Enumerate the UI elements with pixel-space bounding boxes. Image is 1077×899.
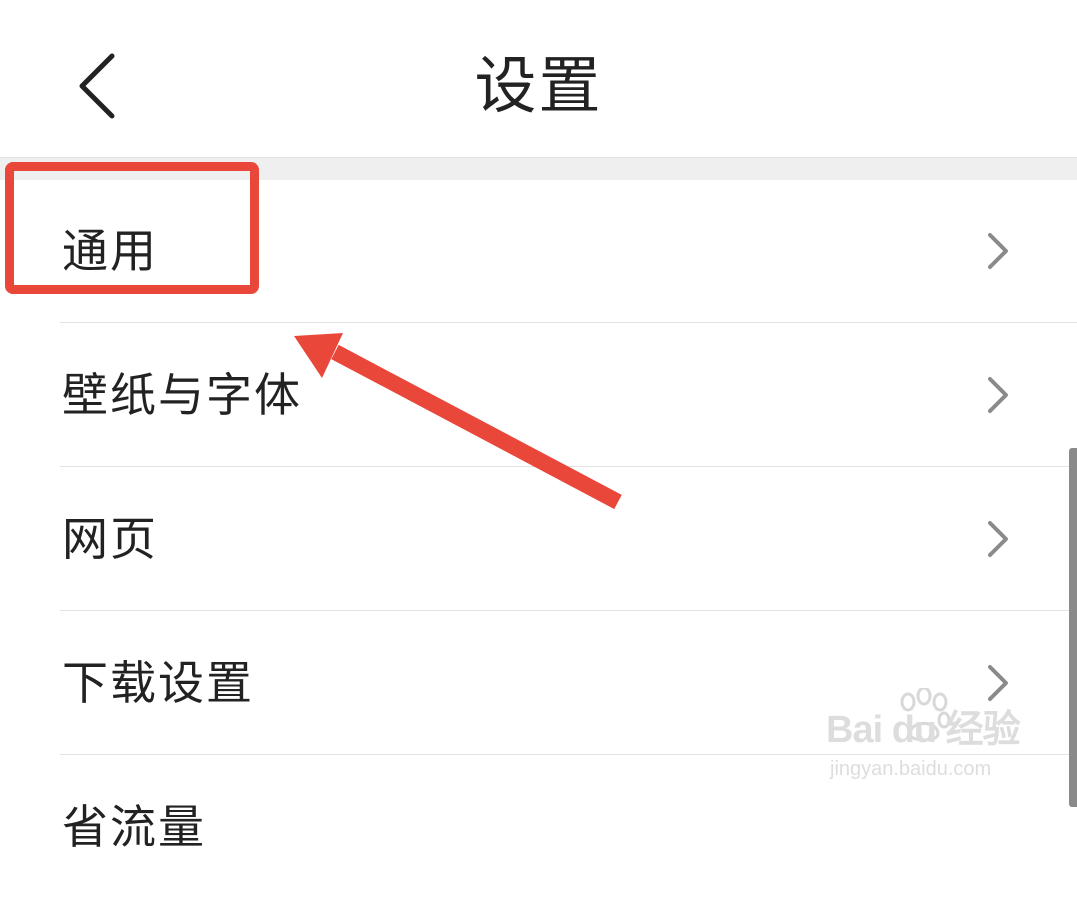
watermark-url: jingyan.baidu.com — [830, 758, 992, 780]
chevron-right-icon — [988, 377, 1008, 413]
settings-item-webpage[interactable]: 网页 — [0, 467, 1077, 611]
settings-item-label: 壁纸与字体 — [62, 368, 302, 422]
settings-item-label: 省流量 — [62, 800, 206, 854]
settings-item-wallpaper-font[interactable]: 壁纸与字体 — [0, 323, 1077, 467]
watermark-logo: Bai du 经验 — [826, 709, 1021, 751]
scrollbar[interactable] — [1069, 448, 1077, 807]
annotation-highlight-box — [5, 162, 259, 294]
header-bar: 设置 — [0, 0, 1077, 157]
page-title: 设置 — [474, 49, 603, 122]
chevron-right-icon — [988, 521, 1008, 557]
settings-item-label: 网页 — [62, 512, 158, 566]
settings-item-label: 下载设置 — [62, 656, 254, 710]
chevron-right-icon — [988, 233, 1008, 269]
watermark: Bai du 经验 jingyan.baidu.com — [826, 688, 1026, 788]
